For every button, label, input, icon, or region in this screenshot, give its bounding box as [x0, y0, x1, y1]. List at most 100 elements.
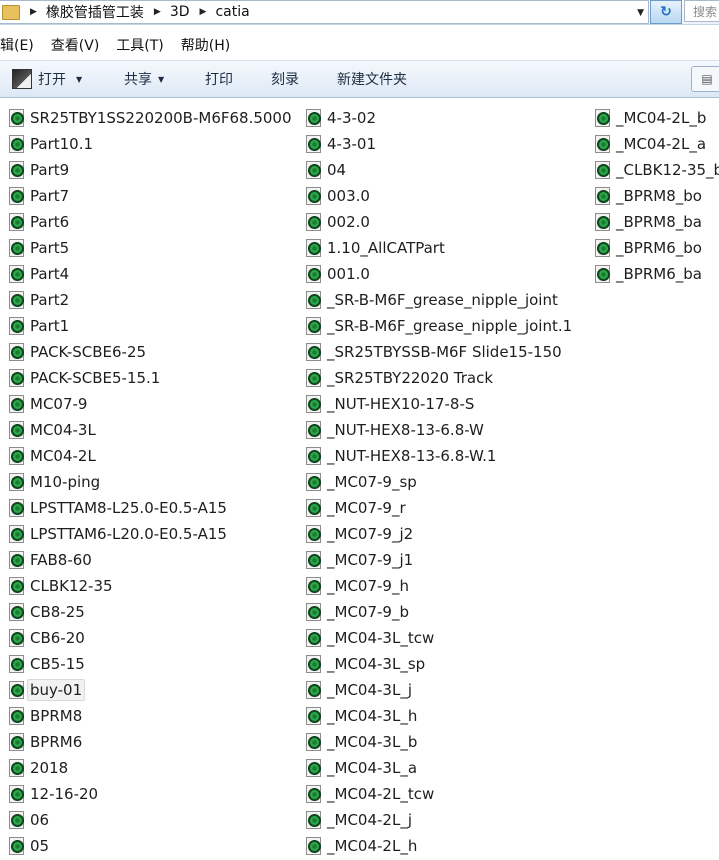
file-name: PACK-SCBE5-15.1	[30, 369, 161, 387]
menu-tools[interactable]: 工具(T)	[116, 35, 163, 55]
menu-help[interactable]: 帮助(H)	[181, 35, 230, 55]
file-item[interactable]: MC04-2L	[8, 443, 292, 469]
file-item[interactable]: 1.10_AllCATPart	[305, 235, 572, 261]
file-item[interactable]: Part9	[8, 157, 292, 183]
file-item[interactable]: Part10.1	[8, 131, 292, 157]
file-item[interactable]: buy-01	[8, 677, 292, 703]
catpart-file-icon	[305, 212, 324, 232]
file-item[interactable]: MC07-9	[8, 391, 292, 417]
burn-button[interactable]: 刻录	[271, 61, 299, 97]
file-item[interactable]: _MC04-2L_b	[594, 105, 719, 131]
open-button[interactable]: 打开 ▼	[12, 61, 82, 97]
file-item[interactable]: LPSTTAM6-L20.0-E0.5-A15	[8, 521, 292, 547]
breadcrumb-item[interactable]: 橡胶管插管工装	[46, 2, 144, 22]
file-item[interactable]: _BPRM8_bo	[594, 183, 719, 209]
file-item[interactable]: _MC04-3L_j	[305, 677, 572, 703]
file-item[interactable]: _MC04-2L_tcw	[305, 781, 572, 807]
catpart-file-icon	[8, 160, 27, 180]
file-item[interactable]: _MC04-3L_tcw	[305, 625, 572, 651]
file-item[interactable]: _NUT-HEX10-17-8-S	[305, 391, 572, 417]
file-item[interactable]: _MC04-3L_h	[305, 703, 572, 729]
file-item[interactable]: MC04-3L	[8, 417, 292, 443]
file-item[interactable]: _MC04-2L_h	[305, 833, 572, 859]
file-name: Part1	[30, 317, 70, 335]
file-name: _MC04-2L_j	[327, 811, 412, 829]
file-item[interactable]: _SR-B-M6F_grease_nipple_joint	[305, 287, 572, 313]
catpart-file-icon	[305, 836, 324, 856]
breadcrumb-item[interactable]: 3D	[170, 4, 190, 20]
file-item[interactable]: _MC04-2L_a	[594, 131, 719, 157]
file-item[interactable]: BPRM6	[8, 729, 292, 755]
file-item[interactable]: Part2	[8, 287, 292, 313]
file-name: _MC04-3L_a	[327, 759, 418, 777]
file-item[interactable]: 06	[8, 807, 292, 833]
file-item[interactable]: _MC04-3L_b	[305, 729, 572, 755]
file-item[interactable]: 4-3-02	[305, 105, 572, 131]
breadcrumb-separator-icon[interactable]: ▶	[200, 7, 207, 17]
file-item[interactable]: 002.0	[305, 209, 572, 235]
file-name: _MC04-3L_h	[327, 707, 418, 725]
share-button[interactable]: 共享 ▼	[124, 61, 164, 97]
file-item[interactable]: _BPRM6_bo	[594, 235, 719, 261]
file-name: _MC04-3L_b	[327, 733, 418, 751]
file-item[interactable]: CB6-20	[8, 625, 292, 651]
search-input[interactable]: 搜索	[684, 0, 719, 22]
breadcrumb-separator-icon[interactable]: ▶	[30, 7, 37, 17]
address-dropdown-icon[interactable]: ▼	[637, 8, 644, 18]
file-item[interactable]: _SR-B-M6F_grease_nipple_joint.1	[305, 313, 572, 339]
file-item[interactable]: 001.0	[305, 261, 572, 287]
refresh-button[interactable]: ↻	[650, 0, 682, 24]
breadcrumb-separator-icon[interactable]: ▶	[154, 7, 161, 17]
file-item[interactable]: CB5-15	[8, 651, 292, 677]
file-name: _MC07-9_j2	[327, 525, 414, 543]
file-item[interactable]: _BPRM6_ba	[594, 261, 719, 287]
file-item[interactable]: 05	[8, 833, 292, 859]
file-item[interactable]: 04	[305, 157, 572, 183]
file-item[interactable]: _MC04-2L_j	[305, 807, 572, 833]
file-item[interactable]: LPSTTAM8-L25.0-E0.5-A15	[8, 495, 292, 521]
file-item[interactable]: _MC07-9_h	[305, 573, 572, 599]
file-item[interactable]: _MC07-9_j2	[305, 521, 572, 547]
file-item[interactable]: 2018	[8, 755, 292, 781]
new-folder-button[interactable]: 新建文件夹	[337, 61, 407, 97]
file-item[interactable]: Part4	[8, 261, 292, 287]
view-options-button[interactable]: ▤	[691, 66, 719, 92]
file-item[interactable]: _MC04-3L_a	[305, 755, 572, 781]
file-item[interactable]: Part1	[8, 313, 292, 339]
print-button[interactable]: 打印	[205, 61, 233, 97]
file-item[interactable]: FAB8-60	[8, 547, 292, 573]
file-item[interactable]: _MC07-9_j1	[305, 547, 572, 573]
file-item[interactable]: SR25TBY1SS220200B-M6F68.5000	[8, 105, 292, 131]
file-item[interactable]: _MC07-9_r	[305, 495, 572, 521]
menu-edit[interactable]: 编辑(E)	[0, 35, 34, 55]
chevron-down-icon: ▼	[158, 74, 165, 84]
file-item[interactable]: _MC07-9_sp	[305, 469, 572, 495]
file-item[interactable]: _BPRM8_ba	[594, 209, 719, 235]
file-item[interactable]: PACK-SCBE5-15.1	[8, 365, 292, 391]
file-item[interactable]: _SR25TBY22020 Track	[305, 365, 572, 391]
file-item[interactable]: CB8-25	[8, 599, 292, 625]
file-item[interactable]: 4-3-01	[305, 131, 572, 157]
file-item[interactable]: 12-16-20	[8, 781, 292, 807]
file-item[interactable]: _NUT-HEX8-13-6.8-W.1	[305, 443, 572, 469]
file-item[interactable]: _SR25TBYSSB-M6F Slide15-150	[305, 339, 572, 365]
file-name: _MC04-3L_j	[327, 681, 412, 699]
file-item[interactable]: BPRM8	[8, 703, 292, 729]
share-label: 共享	[124, 72, 152, 88]
file-item[interactable]: Part7	[8, 183, 292, 209]
file-item[interactable]: _CLBK12-35_b	[594, 157, 719, 183]
file-item[interactable]: PACK-SCBE6-25	[8, 339, 292, 365]
catpart-file-icon	[8, 680, 27, 700]
file-item[interactable]: Part5	[8, 235, 292, 261]
breadcrumb-item[interactable]: catia	[215, 4, 249, 20]
file-item[interactable]: Part6	[8, 209, 292, 235]
file-item[interactable]: CLBK12-35	[8, 573, 292, 599]
catpart-file-icon	[8, 212, 27, 232]
menu-view[interactable]: 查看(V)	[51, 35, 100, 55]
address-box[interactable]: ▶ 橡胶管插管工装 ▶ 3D ▶ catia ▼	[0, 0, 649, 24]
file-item[interactable]: _MC04-3L_sp	[305, 651, 572, 677]
file-item[interactable]: _NUT-HEX8-13-6.8-W	[305, 417, 572, 443]
file-item[interactable]: M10-ping	[8, 469, 292, 495]
file-item[interactable]: 003.0	[305, 183, 572, 209]
file-item[interactable]: _MC07-9_b	[305, 599, 572, 625]
